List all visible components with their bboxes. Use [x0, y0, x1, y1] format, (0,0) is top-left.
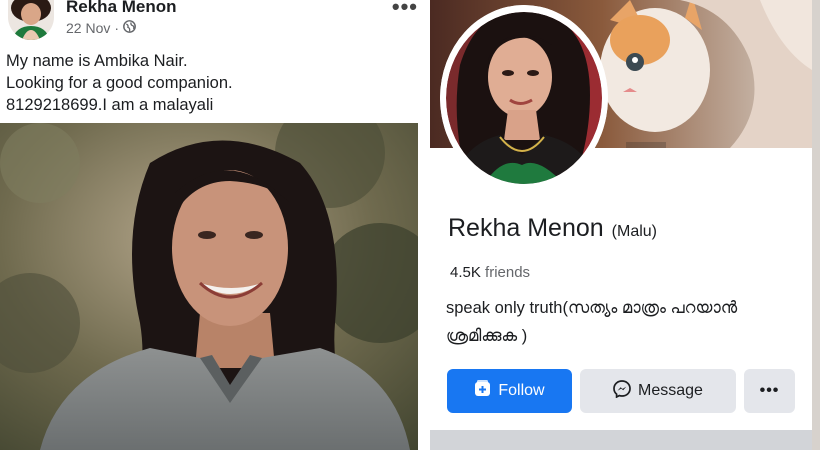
profile-card: Rekha Menon (Malu) 4.5K friends speak on… — [430, 0, 820, 450]
section-separator — [430, 430, 812, 450]
friends-number: 4.5K — [450, 264, 481, 281]
follow-icon — [474, 380, 491, 402]
more-options-button[interactable]: ••• — [744, 369, 795, 413]
bio-line: ശ്രമിക്കുക ) — [446, 327, 528, 345]
post-photo[interactable] — [0, 123, 418, 450]
globe-icon — [123, 20, 136, 36]
post-card: Rekha Menon 22 Nov · ••• My name is Ambi… — [0, 0, 418, 450]
post-author-avatar[interactable] — [8, 0, 54, 40]
friends-count[interactable]: 4.5K friends — [450, 264, 530, 281]
profile-picture[interactable] — [440, 5, 608, 191]
meta-separator: · — [114, 20, 120, 36]
post-text-line: 8129218699.I am a malayali — [6, 96, 214, 114]
post-date[interactable]: 22 Nov — [66, 20, 110, 36]
follow-button[interactable]: Follow — [447, 369, 572, 413]
post-meta: 22 Nov · — [66, 20, 136, 36]
panel-divider — [418, 0, 430, 450]
adjacent-panel-edge — [812, 0, 820, 450]
messenger-icon — [613, 379, 631, 403]
post-author-name[interactable]: Rekha Menon — [66, 0, 177, 17]
post-text: My name is Ambika Nair. Looking for a go… — [6, 50, 233, 116]
profile-nickname: (Malu) — [611, 223, 657, 240]
message-button-label: Message — [638, 382, 703, 399]
friends-label: friends — [485, 264, 531, 281]
message-button[interactable]: Message — [580, 369, 736, 413]
profile-name-row: Rekha Menon (Malu) — [448, 214, 657, 243]
bio-line: speak only truth(സത്യം മാത്രം പറയാൻ — [446, 299, 738, 317]
post-text-line: Looking for a good companion. — [6, 74, 233, 92]
follow-button-label: Follow — [498, 382, 545, 399]
profile-name: Rekha Menon — [448, 214, 604, 242]
post-more-options-button[interactable]: ••• — [392, 0, 418, 20]
post-text-line: My name is Ambika Nair. — [6, 52, 188, 70]
profile-bio: speak only truth(സത്യം മാത്രം പറയാൻ ശ്രമ… — [446, 294, 776, 350]
